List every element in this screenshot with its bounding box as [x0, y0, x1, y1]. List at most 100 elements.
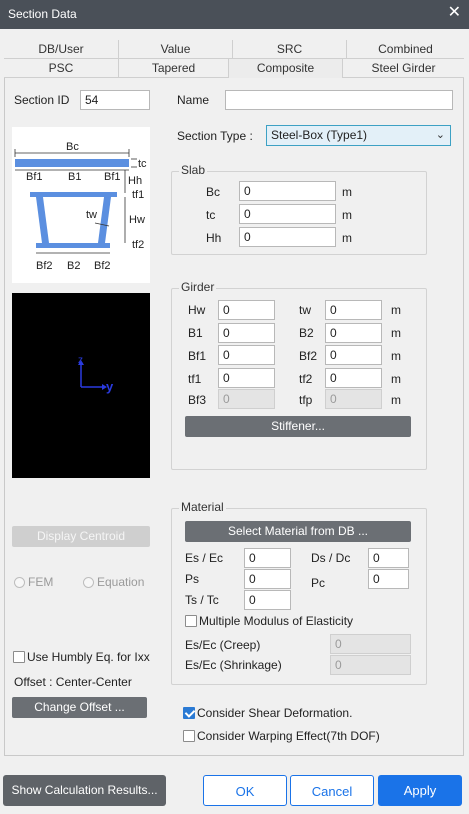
ts-tc-input[interactable]: 0: [244, 590, 291, 610]
ts-tc-label: Ts / Tc: [185, 593, 219, 607]
girder-bf2-label: Bf2: [299, 349, 318, 363]
girder-tw-unit: m: [391, 303, 401, 317]
girder-tw-input[interactable]: 0: [325, 300, 382, 320]
tab-steel-girder[interactable]: Steel Girder: [343, 59, 464, 78]
equation-label: Equation: [97, 575, 145, 589]
girder-bf2-input[interactable]: 0: [325, 345, 382, 365]
creep-input: 0: [330, 634, 411, 654]
dim-bf2-right: Bf2: [94, 260, 111, 272]
slab-title: Slab: [179, 163, 208, 177]
humbly-checkbox[interactable]: [13, 651, 25, 663]
section-diagram: Bc tc Bf1 B1 Bf1 Hh tf1 Hw tw tf2 Bf2 B2…: [12, 127, 150, 283]
slab-hh-input[interactable]: 0: [239, 227, 336, 247]
close-icon[interactable]: ✕: [448, 4, 461, 22]
dim-tc: tc: [138, 158, 147, 170]
shear-deformation-label: Consider Shear Deformation.: [197, 706, 353, 720]
axis-y-label: y: [106, 379, 114, 394]
girder-bf2-unit: m: [391, 349, 401, 363]
girder-hw-input[interactable]: 0: [218, 300, 275, 320]
girder-tw-label: tw: [299, 303, 311, 317]
slab-hh-unit: m: [342, 231, 352, 245]
fem-label: FEM: [28, 575, 54, 589]
dim-bf1-right: Bf1: [104, 171, 121, 183]
girder-tfp-input: 0: [325, 389, 382, 409]
girder-b1-label: B1: [188, 326, 203, 340]
dim-bf2-left: Bf2: [36, 260, 53, 272]
girder-b2-label: B2: [299, 326, 314, 340]
display-centroid-button[interactable]: Display Centroid: [12, 526, 150, 547]
material-title: Material: [179, 500, 226, 514]
creep-label: Es/Ec (Creep): [185, 638, 261, 652]
ok-button[interactable]: OK: [203, 775, 287, 806]
slab-bc-label: Bc: [206, 185, 221, 199]
girder-tfp-unit: m: [391, 393, 401, 407]
offset-label: Offset : Center-Center: [14, 675, 132, 689]
pc-input[interactable]: 0: [368, 569, 409, 589]
stiffener-button[interactable]: Stiffener...: [185, 416, 411, 437]
tab-src[interactable]: SRC: [233, 40, 347, 59]
cancel-button[interactable]: Cancel: [290, 775, 374, 806]
section-type-select[interactable]: Steel-Box (Type1) ⌄: [266, 125, 451, 146]
tab-value[interactable]: Value: [119, 40, 233, 59]
girder-b2-input[interactable]: 0: [325, 323, 382, 343]
apply-button[interactable]: Apply: [378, 775, 462, 806]
dim-tf2: tf2: [132, 239, 144, 251]
axis-z-label: z: [78, 355, 83, 366]
slab-tc-input[interactable]: 0: [239, 204, 336, 224]
show-calculation-results-button[interactable]: Show Calculation Results...: [3, 775, 166, 806]
girder-tf2-label: tf2: [299, 372, 313, 386]
fem-radio[interactable]: [14, 577, 25, 588]
tab-combined[interactable]: Combined: [347, 40, 464, 59]
select-material-db-button[interactable]: Select Material from DB ...: [185, 521, 411, 542]
tab-composite[interactable]: Composite: [229, 59, 343, 78]
girder-tf1-label: tf1: [188, 372, 202, 386]
girder-bf3-label: Bf3: [188, 393, 207, 407]
shear-deformation-checkbox[interactable]: [183, 707, 195, 719]
change-offset-button[interactable]: Change Offset ...: [12, 697, 147, 718]
girder-bf1-input[interactable]: 0: [218, 345, 275, 365]
dim-bf1-left: Bf1: [26, 171, 43, 183]
dim-bc: Bc: [66, 141, 79, 153]
multiple-modulus-label: Multiple Modulus of Elasticity: [199, 614, 354, 628]
slab-hh-label: Hh: [206, 231, 222, 245]
girder-tf2-input[interactable]: 0: [325, 368, 382, 388]
slab-tc-label: tc: [206, 208, 216, 222]
pc-label: Pc: [311, 576, 326, 590]
dim-hw: Hw: [129, 214, 145, 226]
girder-b2-unit: m: [391, 326, 401, 340]
section-id-input[interactable]: 54: [80, 90, 150, 110]
girder-tf1-input[interactable]: 0: [218, 368, 275, 388]
tab-tapered[interactable]: Tapered: [119, 59, 229, 78]
section-id-label: Section ID: [14, 93, 70, 107]
warping-effect-label: Consider Warping Effect(7th DOF): [197, 729, 380, 743]
title-bar: Section Data ✕: [0, 0, 469, 29]
slab-bc-input[interactable]: 0: [239, 181, 336, 201]
ds-dc-input[interactable]: 0: [368, 548, 409, 568]
section-type-value: Steel-Box (Type1): [271, 128, 368, 142]
dim-b2: B2: [67, 260, 80, 272]
tab-db-user[interactable]: DB/User: [4, 40, 119, 59]
window-title: Section Data: [8, 7, 77, 21]
girder-hw-label: Hw: [188, 303, 206, 317]
dim-hh: Hh: [128, 175, 142, 187]
girder-b1-input[interactable]: 0: [218, 323, 275, 343]
equation-radio[interactable]: [83, 577, 94, 588]
girder-bf3-input: 0: [218, 389, 275, 409]
girder-bf1-label: Bf1: [188, 349, 207, 363]
ps-label: Ps: [185, 572, 200, 586]
ds-dc-label: Ds / Dc: [311, 551, 351, 565]
axis-icon: z y: [78, 355, 114, 394]
name-input[interactable]: [225, 90, 453, 110]
es-ec-input[interactable]: 0: [244, 548, 291, 568]
dim-tf1: tf1: [132, 189, 144, 201]
girder-title: Girder: [179, 280, 217, 294]
ps-input[interactable]: 0: [244, 569, 291, 589]
warping-effect-checkbox[interactable]: [183, 730, 195, 742]
girder-tfp-label: tfp: [299, 393, 313, 407]
shrinkage-label: Es/Ec (Shrinkage): [185, 658, 282, 672]
multiple-modulus-checkbox[interactable]: [185, 615, 197, 627]
es-ec-label: Es / Ec: [185, 551, 224, 565]
section-preview: z y: [12, 293, 150, 478]
chevron-down-icon: ⌄: [435, 129, 445, 141]
tab-psc[interactable]: PSC: [4, 59, 119, 78]
